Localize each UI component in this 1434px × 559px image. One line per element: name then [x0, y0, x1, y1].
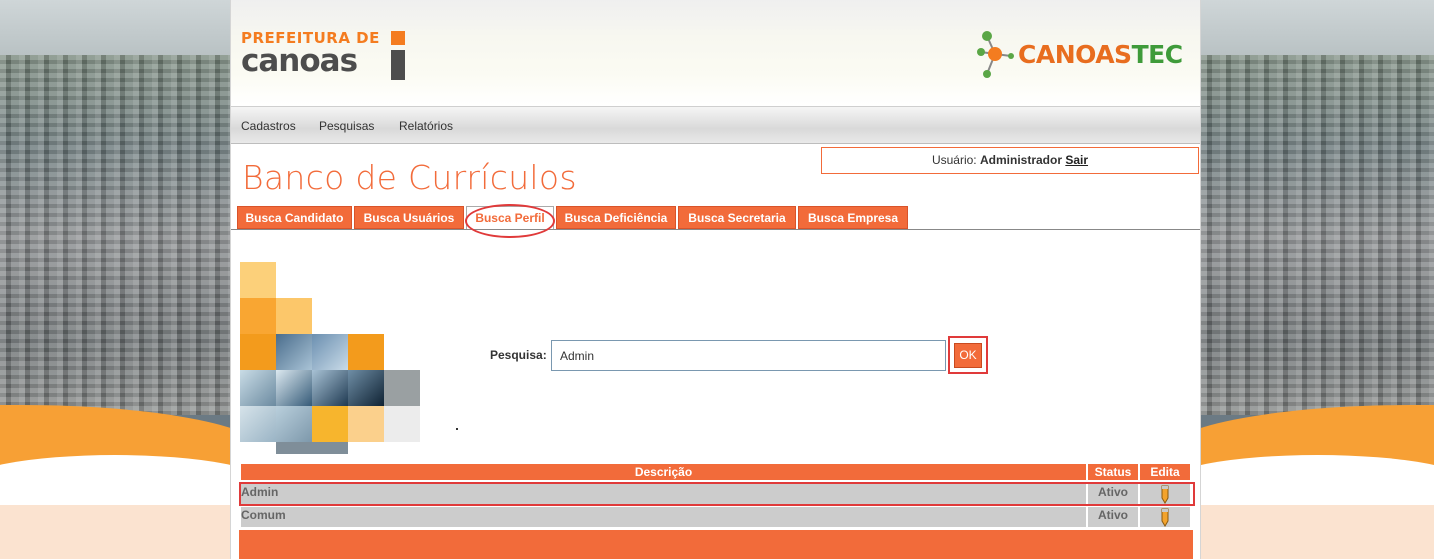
tab-busca-secretaria[interactable]: Busca Secretaria: [678, 206, 796, 229]
menu-pesquisas[interactable]: Pesquisas: [319, 119, 374, 133]
header-edita: Edita: [1140, 464, 1190, 480]
tab-highlight-annotation: [465, 204, 555, 238]
footer-bar: [239, 530, 1193, 559]
prefeitura-canoas-logo: PREFEITURA DE canoas: [241, 30, 411, 82]
header-status: Status: [1088, 464, 1138, 480]
logo-text-bottom: canoas: [241, 43, 358, 79]
menu-cadastros[interactable]: Cadastros: [241, 119, 296, 133]
tab-busca-empresa[interactable]: Busca Empresa: [798, 206, 908, 229]
tab-underline: [231, 229, 1200, 230]
page-title: Banco de Currículos: [242, 158, 577, 197]
user-label: Usuário:: [931, 153, 977, 167]
background-right: [1201, 0, 1434, 559]
cell-status: Ativo: [1088, 507, 1138, 527]
background-left: [0, 0, 230, 559]
user-name: Administrador: [979, 153, 1062, 167]
ok-button[interactable]: OK: [954, 343, 982, 368]
user-info-box: Usuário: Administrador Sair: [821, 147, 1199, 174]
header-descricao: Descrição: [241, 464, 1086, 480]
canoastec-logo: CANOASTEC: [975, 26, 1195, 84]
row-highlight-annotation: [239, 482, 1195, 506]
cell-descricao: Comum: [241, 507, 1086, 527]
search-input[interactable]: [551, 340, 946, 371]
pencil-icon[interactable]: [1158, 507, 1172, 527]
tab-busca-candidato[interactable]: Busca Candidato: [237, 206, 352, 229]
molecule-icon: [977, 31, 1014, 78]
main-container: PREFEITURA DE canoas CANOASTEC Cadastros…: [230, 0, 1201, 559]
tab-busca-usuarios[interactable]: Busca Usuários: [354, 206, 464, 229]
top-menu-bar: Cadastros Pesquisas Relatórios: [231, 106, 1200, 144]
ok-button-annotation: OK: [948, 336, 988, 374]
site-header: PREFEITURA DE canoas CANOASTEC: [231, 0, 1200, 106]
logout-link[interactable]: Sair: [1065, 153, 1088, 167]
menu-relatorios[interactable]: Relatórios: [399, 119, 453, 133]
tab-busca-deficiencia[interactable]: Busca Deficiência: [556, 206, 676, 229]
search-label: Pesquisa:: [490, 348, 547, 362]
decorative-mosaic-image: [240, 262, 426, 458]
